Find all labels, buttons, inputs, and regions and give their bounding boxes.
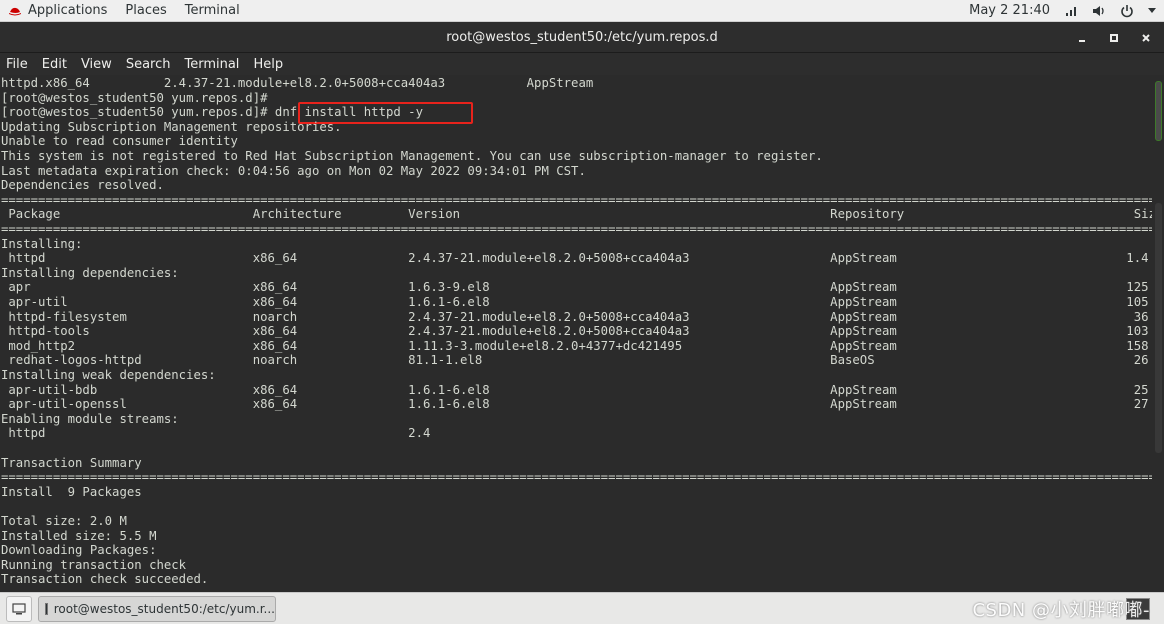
terminal-line: redhat-logos-httpd noarch 81.1-1.el8 Bas…: [1, 353, 1152, 368]
terminal-line: httpd-tools x86_64 2.4.37-21.module+el8.…: [1, 324, 1152, 339]
menu-view[interactable]: View: [74, 53, 119, 75]
terminal-line: ========================================…: [1, 470, 1152, 485]
show-desktop-button[interactable]: [6, 595, 32, 622]
terminal-line: mod_http2 x86_64 1.11.3-3.module+el8.2.0…: [1, 338, 1152, 353]
menu-file[interactable]: File: [0, 53, 35, 75]
terminal-menu-bar: File Edit View Search Terminal Help: [0, 53, 1164, 75]
terminal-line: Package Architecture Version Repository …: [1, 207, 1152, 222]
terminal-line: Running transaction check: [1, 557, 187, 572]
terminal-line: This system is not registered to Red Hat…: [1, 149, 823, 163]
terminal-output[interactable]: httpd.x86_64 2.4.37-21.module+el8.2.0+50…: [0, 75, 1152, 592]
desktop-icon: [12, 602, 26, 614]
terminal-line: ========================================…: [1, 192, 1152, 207]
volume-icon[interactable]: [1092, 4, 1106, 18]
terminal-line: Dependencies resolved.: [1, 178, 164, 193]
taskbar-window-terminal[interactable]: root@westos_student50:/etc/yum.r...: [38, 595, 276, 622]
terminal-line: Total size: 2.0 M: [1, 514, 127, 528]
window-title: root@westos_student50:/etc/yum.repos.d: [446, 29, 718, 45]
menu-edit[interactable]: Edit: [35, 53, 74, 75]
terminal-line: httpd 2.4: [1, 426, 431, 441]
applications-label: Applications: [28, 3, 108, 18]
terminal-line: Installed size: 5.5 M: [1, 528, 157, 543]
taskbar-task-label: root@westos_student50:/etc/yum.r...: [53, 601, 275, 616]
terminal-line: apr x86_64 1.6.3-9.el8 AppStream 125 k: [1, 280, 1152, 295]
minimize-button[interactable]: [1070, 26, 1094, 50]
terminal-app-menu[interactable]: Terminal: [177, 0, 250, 22]
terminal-line: httpd-filesystem noarch 2.4.37-21.module…: [1, 309, 1152, 324]
watermark: CSDN @小刘胖嘟嘟-: [972, 600, 1150, 621]
terminal-line: Unable to read consumer identity: [1, 134, 238, 149]
menu-terminal[interactable]: Terminal: [177, 53, 246, 75]
applications-menu[interactable]: Applications: [0, 0, 117, 22]
terminal-line: Installing:: [1, 236, 83, 251]
window-title-bar[interactable]: root@westos_student50:/etc/yum.repos.d: [0, 22, 1164, 53]
terminal-line: Transaction check succeeded.: [1, 572, 209, 587]
terminal-app-label: Terminal: [184, 3, 240, 18]
terminal-line: apr-util-openssl x86_64 1.6.1-6.el8 AppS…: [1, 397, 1152, 412]
terminal-line: apr-util x86_64 1.6.1-6.el8 AppStream 10…: [1, 295, 1152, 309]
close-button[interactable]: [1134, 26, 1158, 50]
scrollbar-thumb[interactable]: [1155, 81, 1162, 141]
terminal-window-icon: [45, 602, 48, 615]
scrollbar-track-region: [1155, 203, 1162, 453]
terminal-line: Transaction Summary: [1, 455, 142, 470]
terminal-line: Updating Subscription Management reposit…: [1, 119, 342, 134]
terminal-line: Installing dependencies:: [1, 265, 179, 280]
terminal-line: Enabling module streams:: [1, 411, 179, 426]
menu-search[interactable]: Search: [119, 53, 178, 75]
menu-help[interactable]: Help: [246, 53, 290, 75]
terminal-line: Install 9 Packages: [1, 484, 142, 499]
places-label: Places: [125, 3, 167, 18]
terminal-line: Installing weak dependencies:: [1, 368, 216, 382]
terminal-line: Last metadata expiration check: 0:04:56 …: [1, 163, 586, 178]
terminal-line: httpd x86_64 2.4.37-21.module+el8.2.0+50…: [1, 251, 1152, 266]
network-icon[interactable]: [1064, 4, 1078, 18]
terminal-line: [root@westos_student50 yum.repos.d]# dnf…: [1, 105, 423, 120]
power-icon[interactable]: [1120, 4, 1134, 18]
clock[interactable]: May 2 21:40: [969, 3, 1050, 18]
places-menu[interactable]: Places: [117, 0, 176, 22]
terminal-line: ========================================…: [1, 222, 1152, 236]
chevron-down-icon[interactable]: [1148, 4, 1156, 18]
terminal-line: Downloading Packages:: [1, 543, 157, 558]
terminal-scrollbar[interactable]: [1152, 75, 1164, 592]
top-bar: Applications Places Terminal May 2 21:40: [0, 0, 1164, 22]
terminal-line: [root@westos_student50 yum.repos.d]#: [1, 90, 268, 105]
terminal-line: httpd.x86_64 2.4.37-21.module+el8.2.0+50…: [1, 76, 594, 90]
maximize-button[interactable]: [1102, 26, 1126, 50]
redhat-logo-icon: [9, 7, 21, 15]
terminal-line: apr-util-bdb x86_64 1.6.1-6.el8 AppStrea…: [1, 382, 1152, 397]
